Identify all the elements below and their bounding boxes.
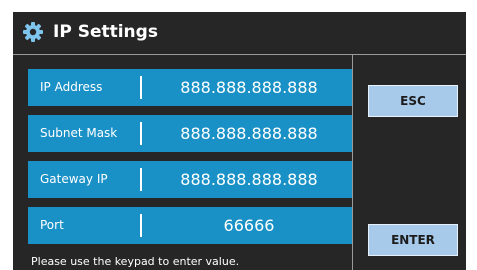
gear-icon xyxy=(22,21,44,43)
gateway-ip-label: Gateway IP xyxy=(40,172,108,186)
ip-address-field[interactable]: IP Address 888.888.888.888 xyxy=(28,69,352,106)
field-separator xyxy=(140,76,142,99)
page-title: IP Settings xyxy=(53,22,158,42)
esc-button[interactable]: ESC xyxy=(368,85,458,117)
field-separator xyxy=(140,122,142,145)
subnet-mask-field[interactable]: Subnet Mask 888.888.888.888 xyxy=(28,115,352,152)
ip-address-label: IP Address xyxy=(40,80,103,94)
field-separator xyxy=(140,214,142,237)
keypad-hint: Please use the keypad to enter value. xyxy=(31,255,240,268)
title-bar: IP Settings xyxy=(13,12,466,54)
title-divider xyxy=(13,54,466,55)
subnet-mask-label: Subnet Mask xyxy=(40,126,118,140)
port-field[interactable]: Port 66666 xyxy=(28,207,352,244)
ip-address-value: 888.888.888.888 xyxy=(180,78,318,97)
field-separator xyxy=(140,168,142,191)
ip-settings-screen: IP Settings IP Address 888.888.888.888 S… xyxy=(13,12,466,270)
gateway-ip-field[interactable]: Gateway IP 888.888.888.888 xyxy=(28,161,352,198)
subnet-mask-value: 888.888.888.888 xyxy=(180,124,318,143)
port-value: 66666 xyxy=(223,216,275,235)
enter-button[interactable]: ENTER xyxy=(368,224,458,256)
panel-divider xyxy=(352,55,353,270)
port-label: Port xyxy=(40,218,64,232)
gateway-ip-value: 888.888.888.888 xyxy=(180,170,318,189)
